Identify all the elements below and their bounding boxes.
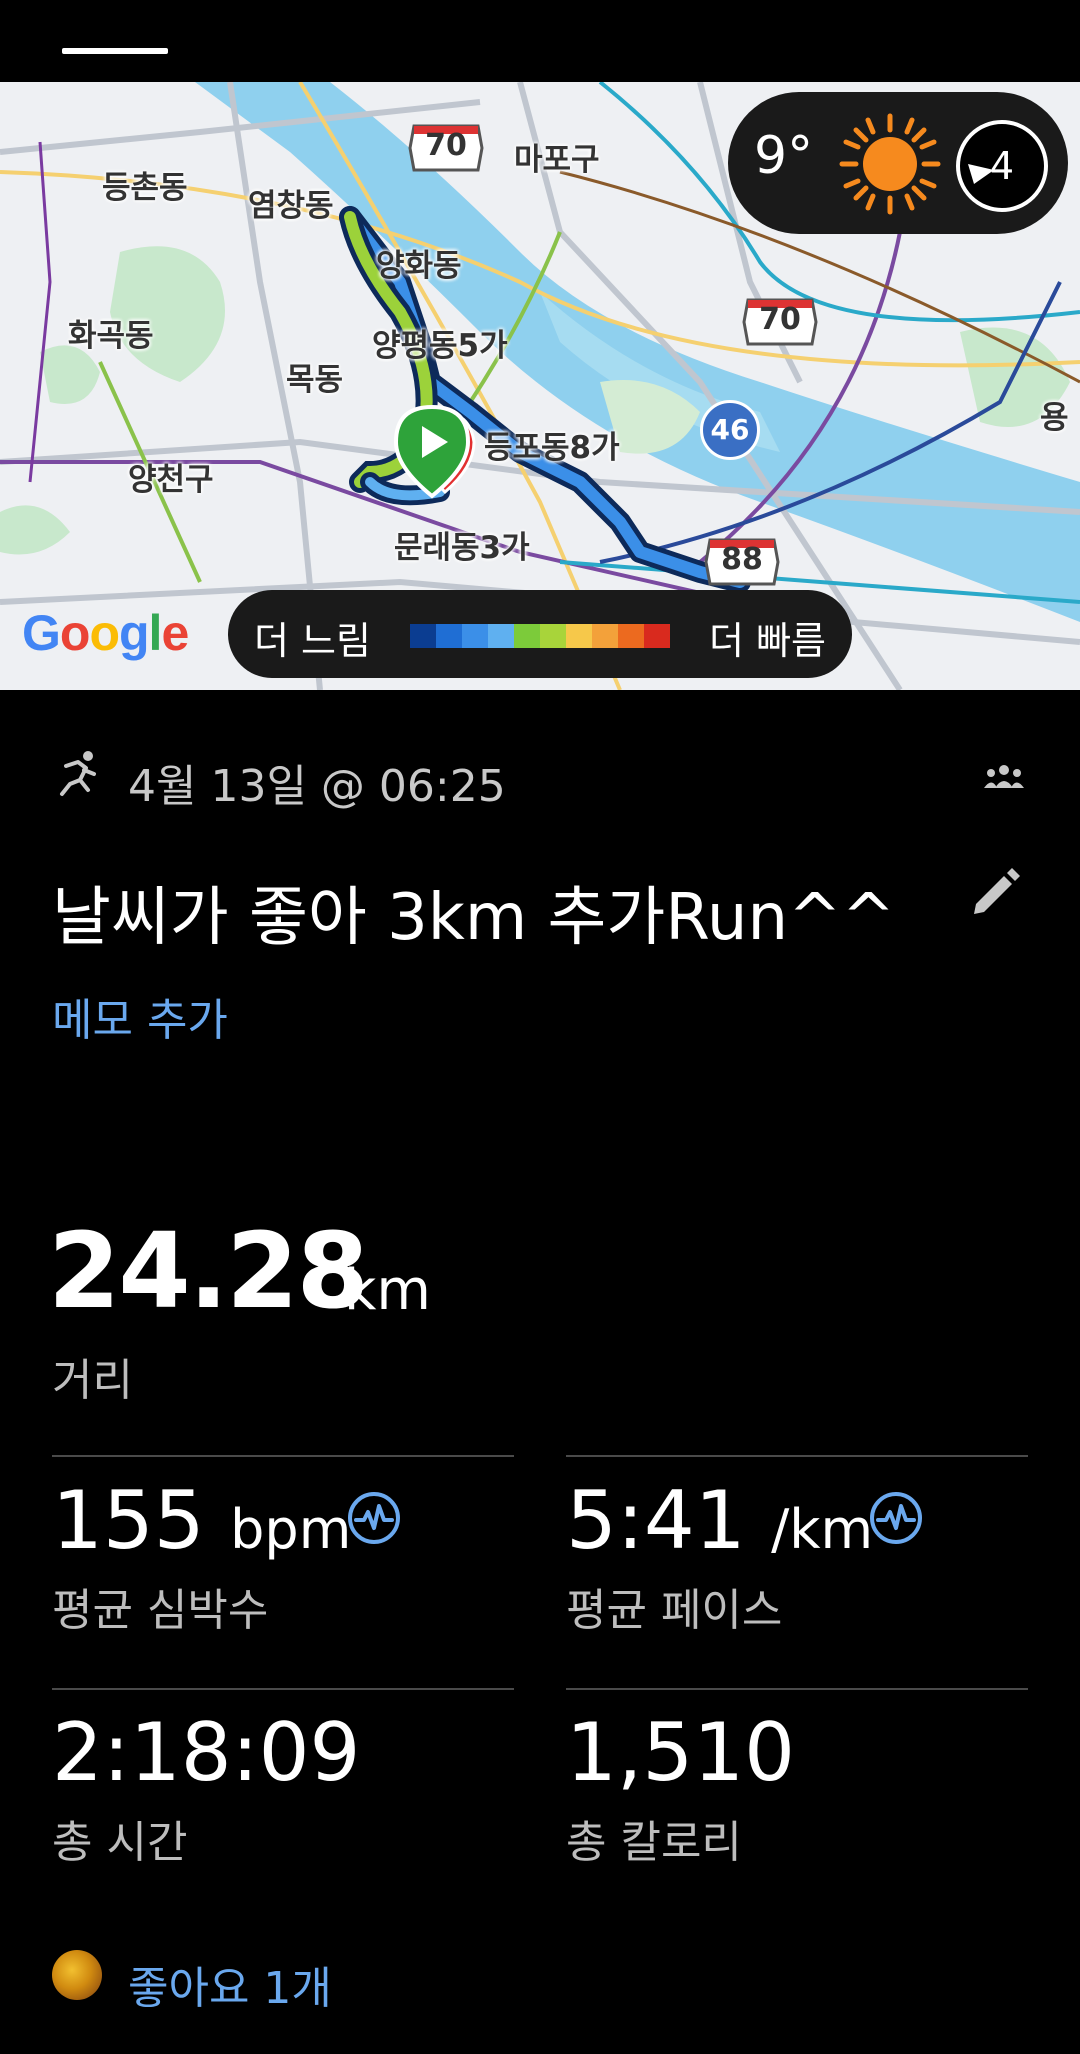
edit-pencil-icon[interactable] bbox=[966, 860, 1026, 920]
calories-value: 1,510 bbox=[566, 1706, 796, 1799]
total-time-value: 2:18:09 bbox=[52, 1706, 361, 1799]
start-pin-icon bbox=[393, 404, 471, 499]
divider bbox=[566, 1455, 1028, 1457]
avatar bbox=[52, 1950, 102, 2000]
heart-rate-label: 평균 심박수 bbox=[52, 1585, 269, 1636]
route-shield-88: 88 bbox=[704, 534, 780, 590]
heart-rate-stat: 155 bpm bbox=[52, 1474, 351, 1567]
map-label-mok: 목동 bbox=[286, 362, 344, 398]
activity-title: 날씨가 좋아 3km 추가Run^^ bbox=[52, 881, 896, 955]
pace-stat: 5:41 /km bbox=[566, 1474, 873, 1567]
sun-icon bbox=[839, 113, 941, 215]
speed-legend: 더 느림 더 빠름 bbox=[228, 590, 852, 678]
calories-label: 총 칼로리 bbox=[566, 1817, 742, 1868]
route-map[interactable]: 70 70 88 46 마포구 등촌동 염창동 양화동 화곡동 양평동5가 목동… bbox=[0, 82, 1080, 690]
speed-legend-swatch bbox=[592, 624, 618, 648]
speed-legend-swatch bbox=[488, 624, 514, 648]
speed-legend-swatch bbox=[436, 624, 462, 648]
pace-zone-icon[interactable] bbox=[868, 1490, 924, 1546]
map-label-yanghwa: 양화동 bbox=[376, 248, 462, 284]
pace-unit: /km bbox=[771, 1498, 874, 1561]
map-label-yong: 용 bbox=[1040, 400, 1069, 436]
weather-temperature: 9° bbox=[754, 126, 814, 186]
speed-legend-swatch bbox=[644, 624, 670, 648]
speed-legend-swatch bbox=[618, 624, 644, 648]
route-shield-70-east: 70 bbox=[742, 294, 818, 350]
map-label-mullae: 문래동3가 bbox=[394, 530, 530, 566]
total-time-label: 총 시간 bbox=[52, 1817, 188, 1868]
map-label-yeomchang: 염창동 bbox=[248, 188, 334, 224]
speed-legend-swatch bbox=[462, 624, 488, 648]
likes-count[interactable]: 좋아요 1개 bbox=[128, 1952, 332, 2016]
speed-legend-swatch bbox=[540, 624, 566, 648]
divider bbox=[52, 1688, 514, 1690]
map-label-deungchon: 등촌동 bbox=[102, 170, 188, 206]
add-memo-link[interactable]: 메모 추가 bbox=[52, 984, 228, 1048]
heart-rate-value: 155 bbox=[52, 1474, 205, 1567]
speed-legend-swatch bbox=[514, 624, 540, 648]
speed-legend-fast: 더 빠름 bbox=[709, 619, 826, 663]
distance-unit: km bbox=[344, 1258, 431, 1323]
pace-value: 5:41 bbox=[566, 1474, 746, 1567]
route-shield-70-north: 70 bbox=[408, 120, 484, 176]
map-label-yangcheon: 양천구 bbox=[128, 462, 214, 498]
activity-date: 4월 13일 @ 06:25 bbox=[128, 761, 506, 812]
map-label-mapo: 마포구 bbox=[514, 142, 600, 178]
tab-bar bbox=[0, 0, 1080, 82]
weather-chip: 9° 4 bbox=[728, 92, 1068, 234]
pace-label: 평균 페이스 bbox=[566, 1585, 783, 1636]
active-tab-indicator bbox=[62, 48, 168, 54]
speed-legend-slow: 더 느림 bbox=[254, 619, 371, 663]
distance-label: 거리 bbox=[52, 1355, 133, 1406]
map-label-yeongdeungpo: 등포동8가 bbox=[484, 430, 620, 466]
heart-rate-zone-icon[interactable] bbox=[346, 1490, 402, 1546]
map-label-yangpyeong: 양평동5가 bbox=[372, 328, 508, 364]
group-icon[interactable] bbox=[982, 762, 1026, 792]
distance-value: 24.28 bbox=[48, 1210, 369, 1332]
heart-rate-unit: bpm bbox=[230, 1498, 352, 1561]
route-marker-46: 46 bbox=[700, 400, 760, 460]
speed-legend-swatch bbox=[566, 624, 592, 648]
map-label-hwagok: 화곡동 bbox=[68, 318, 154, 354]
divider bbox=[566, 1688, 1028, 1690]
divider bbox=[52, 1455, 514, 1457]
speed-legend-swatch bbox=[410, 624, 436, 648]
google-logo: Google bbox=[22, 605, 189, 661]
speed-legend-gradient bbox=[410, 624, 670, 648]
uv-index-badge: 4 bbox=[956, 120, 1048, 212]
running-icon bbox=[60, 751, 96, 796]
